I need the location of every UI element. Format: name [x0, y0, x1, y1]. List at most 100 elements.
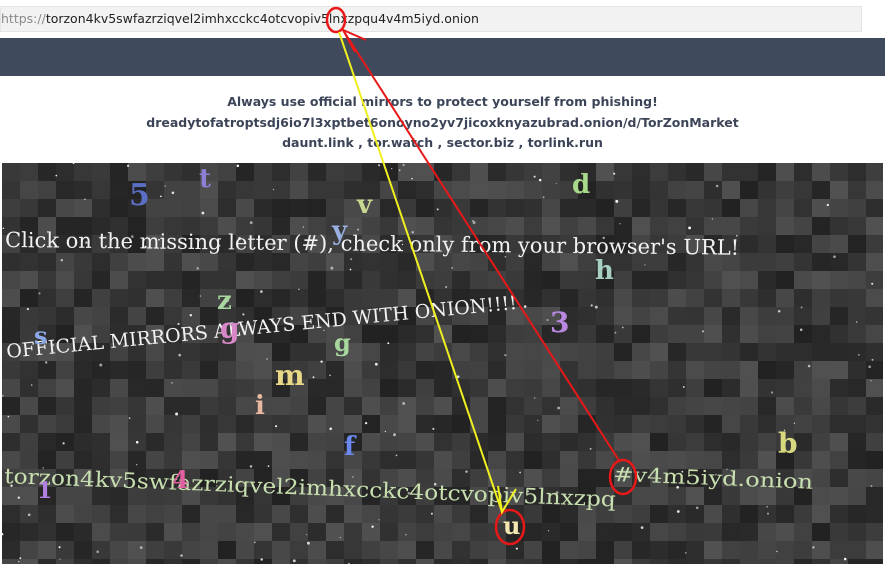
noise-tile	[470, 415, 488, 433]
noise-tile	[344, 397, 362, 415]
noise-tile	[470, 361, 488, 379]
star-speck	[807, 364, 811, 368]
star-speck	[461, 394, 464, 397]
noise-tile	[272, 559, 290, 564]
noise-tile	[2, 505, 20, 523]
captcha-letter[interactable]: 4	[172, 465, 189, 494]
star-speck	[456, 375, 460, 378]
captcha-letter[interactable]: f	[344, 432, 357, 462]
star-speck	[715, 184, 719, 188]
noise-tile	[830, 361, 848, 379]
captcha-letter[interactable]: g	[220, 312, 240, 345]
noise-tile	[2, 181, 20, 199]
noise-tile	[218, 253, 236, 271]
noise-tile	[362, 523, 380, 541]
noise-tile	[848, 505, 866, 523]
noise-tile	[722, 181, 740, 199]
noise-tile	[182, 415, 200, 433]
noise-tile	[632, 415, 650, 433]
noise-tile	[218, 379, 236, 397]
star-speck	[139, 546, 143, 549]
noise-tile	[452, 415, 470, 433]
captcha-letter[interactable]: 3	[550, 306, 569, 339]
noise-tile	[236, 559, 254, 564]
noise-tile	[218, 451, 236, 469]
captcha-letter[interactable]: h	[595, 256, 614, 286]
noise-tile	[686, 541, 704, 559]
noise-tile	[560, 379, 578, 397]
noise-tile	[596, 523, 614, 541]
noise-tile	[812, 361, 830, 379]
star-speck	[330, 266, 334, 270]
star-speck	[682, 386, 685, 388]
noise-tile	[2, 379, 20, 397]
noise-tile	[452, 181, 470, 199]
noise-tile	[308, 415, 326, 433]
noise-tile	[380, 181, 398, 199]
star-speck	[128, 417, 131, 419]
captcha-letter[interactable]: b	[778, 427, 798, 460]
noise-tile	[740, 415, 758, 433]
captcha-letter[interactable]: t	[199, 164, 211, 194]
noise-tile	[488, 433, 506, 451]
noise-tile	[110, 559, 128, 564]
noise-tile	[20, 523, 38, 541]
star-speck	[180, 554, 183, 557]
noise-tile	[776, 253, 794, 271]
noise-tile	[200, 433, 218, 451]
noise-tile	[542, 523, 560, 541]
captcha-letter[interactable]: 5	[129, 178, 150, 213]
captcha-letter[interactable]: m	[275, 359, 305, 392]
captcha-letter[interactable]: v	[356, 190, 373, 220]
captcha-letter[interactable]: 1	[37, 478, 52, 504]
noise-tile	[578, 541, 596, 559]
noise-tile	[146, 451, 164, 469]
noise-tile	[416, 181, 434, 199]
noise-tile	[704, 559, 722, 564]
star-speck	[175, 412, 179, 416]
star-speck	[199, 295, 202, 297]
noise-tile	[128, 361, 146, 379]
noise-tile	[650, 415, 668, 433]
captcha-letter[interactable]: s	[34, 321, 48, 350]
noise-tile	[326, 163, 344, 181]
noise-tile	[740, 235, 758, 253]
noise-tile	[362, 163, 380, 181]
noise-tile	[20, 289, 38, 307]
star-speck	[590, 304, 593, 307]
noise-tile	[578, 343, 596, 361]
noise-tile	[866, 415, 883, 433]
noise-tile	[326, 361, 344, 379]
noise-tile	[218, 541, 236, 559]
star-speck	[160, 195, 162, 198]
noise-tile	[272, 181, 290, 199]
noise-tile	[2, 163, 20, 181]
noise-tile	[56, 361, 74, 379]
noise-tile	[866, 397, 883, 415]
captcha-letter[interactable]: d	[572, 170, 590, 200]
star-speck	[546, 319, 549, 321]
captcha-letter[interactable]: i	[255, 391, 265, 421]
noise-tile	[830, 415, 848, 433]
noise-tile	[380, 199, 398, 217]
captcha-answer-letter[interactable]: u	[503, 511, 520, 540]
star-speck	[59, 558, 61, 560]
noise-tile	[110, 163, 128, 181]
noise-tile	[866, 307, 883, 325]
noise-tile	[578, 559, 596, 564]
star-speck	[793, 422, 796, 424]
star-speck	[201, 211, 205, 215]
noise-tile	[668, 217, 686, 235]
noise-tile	[578, 361, 596, 379]
captcha-letter[interactable]: y	[331, 216, 348, 246]
noise-tile	[794, 253, 812, 271]
noise-tile	[560, 199, 578, 217]
noise-tile	[164, 415, 182, 433]
captcha-letter[interactable]: g	[334, 328, 351, 357]
noise-tile	[56, 541, 74, 559]
noise-tile	[326, 523, 344, 541]
captcha-image[interactable]: Click on the missing letter (#), check o…	[2, 163, 883, 564]
address-bar[interactable]: https://torzon4kv5swfazrziqvel2imhxcckc4…	[0, 6, 862, 32]
noise-tile	[74, 289, 92, 307]
star-speck	[329, 374, 331, 377]
